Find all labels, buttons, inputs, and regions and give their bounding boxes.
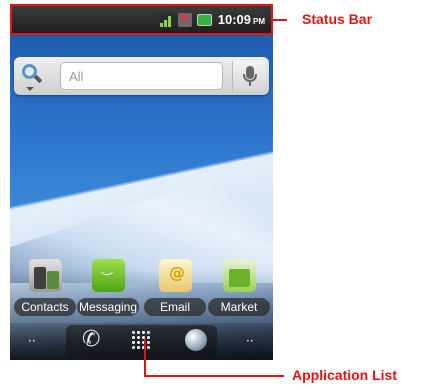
clock-ampm: PM <box>253 17 265 26</box>
application-list-pointer-vertical <box>144 339 146 376</box>
search-widget[interactable]: All <box>14 57 269 95</box>
app-contacts[interactable]: Contacts <box>14 259 76 319</box>
phone-icon[interactable] <box>80 327 106 355</box>
app-label[interactable]: Messaging <box>77 298 139 316</box>
status-bar-annotation: Status Bar <box>302 11 373 27</box>
search-input[interactable]: All <box>60 62 223 90</box>
dock: ·· ·· <box>10 323 273 360</box>
no-sim-icon <box>177 10 192 27</box>
clock-time: 10:09 <box>217 12 251 27</box>
search-source-caret-icon[interactable] <box>26 87 34 91</box>
home-screen-wallpaper: All Contacts Messaging Email Market <box>10 35 273 360</box>
email-icon[interactable] <box>159 259 192 292</box>
right-page-dots[interactable]: ·· <box>246 334 254 348</box>
contacts-icon[interactable] <box>29 259 62 292</box>
market-icon[interactable] <box>223 259 256 292</box>
browser-icon[interactable] <box>185 329 207 351</box>
messaging-icon[interactable] <box>92 259 125 292</box>
left-page-dots[interactable]: ·· <box>28 334 36 348</box>
search-icon[interactable] <box>21 63 43 85</box>
home-app-row: Contacts Messaging Email Market <box>10 259 273 319</box>
status-clock: 10:09 PM <box>218 12 265 27</box>
app-label[interactable]: Contacts <box>14 298 76 316</box>
mic-icon[interactable] <box>232 61 266 91</box>
app-grid-icon[interactable] <box>131 330 151 350</box>
application-list-annotation: Application List <box>292 367 397 383</box>
phone-screen: 10:09PM All Contacts Messaging <box>10 4 273 360</box>
application-list-pointer-horizontal <box>144 375 284 377</box>
app-label[interactable]: Email <box>144 298 206 316</box>
battery-icon <box>196 13 212 26</box>
status-bar-pointer-line <box>273 19 287 21</box>
status-bar: 10:09PM <box>10 4 273 35</box>
app-market[interactable]: Market <box>208 259 270 319</box>
app-label[interactable]: Market <box>208 298 270 316</box>
signal-icon <box>158 12 173 27</box>
app-messaging[interactable]: Messaging <box>77 259 139 319</box>
app-email[interactable]: Email <box>144 259 206 319</box>
